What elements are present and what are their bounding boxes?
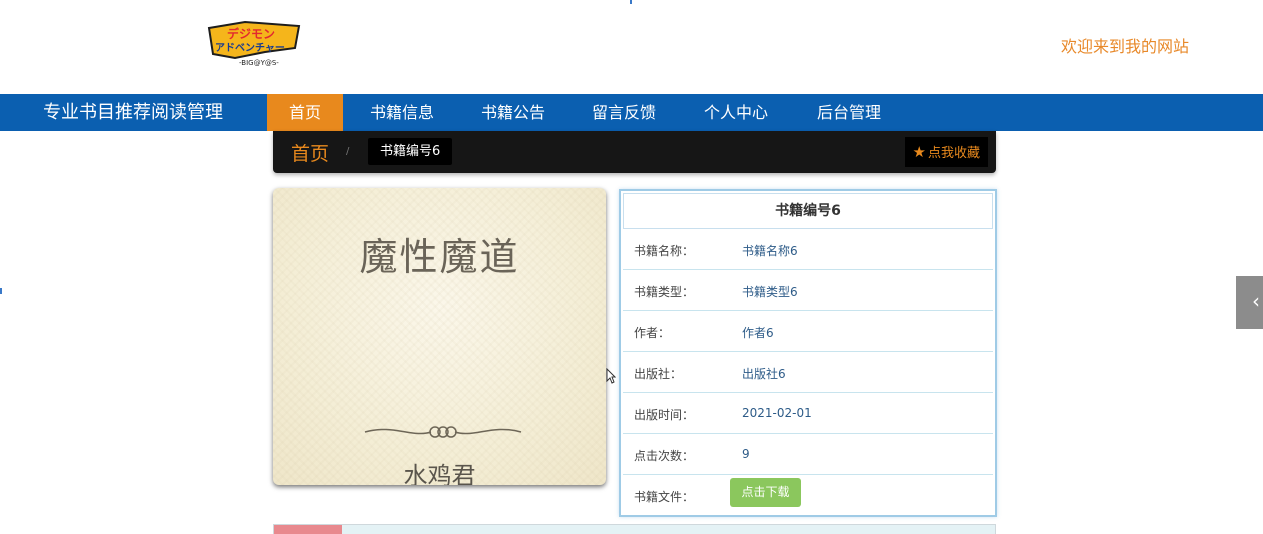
svg-text:-BIG@Y@S-: -BIG@Y@S- <box>239 59 279 67</box>
nav-home[interactable]: 首页 <box>267 94 343 131</box>
row-value: 9 <box>742 447 750 461</box>
side-toggle-button[interactable]: ‹ <box>1236 276 1263 329</box>
row-label: 书籍文件： <box>634 490 695 504</box>
detail-row: 点击次数： 9 <box>623 434 993 475</box>
nav-book-info[interactable]: 书籍信息 <box>356 94 448 131</box>
chevron-left-icon: ‹ <box>1252 289 1260 313</box>
row-label: 书籍名称： <box>634 244 695 258</box>
nav-user-center[interactable]: 个人中心 <box>690 94 782 131</box>
cover-author: 水鸡君 <box>403 462 476 485</box>
star-icon: ★ <box>912 143 926 161</box>
bottom-panel <box>273 524 996 534</box>
favorite-label: 点我收藏 <box>927 146 980 161</box>
bottom-tab[interactable] <box>274 525 342 534</box>
welcome-text: 欢迎来到我的网站 <box>1061 37 1190 56</box>
breadcrumb-separator: / <box>346 146 350 157</box>
detail-row: 作者： 作者6 <box>623 311 993 352</box>
cover-title: 魔性魔道 <box>359 235 520 279</box>
main-navbar: 专业书目推荐阅读管理 首页 书籍信息 书籍公告 留言反馈 个人中心 后台管理 <box>0 94 1263 131</box>
screen-artifact <box>0 288 2 294</box>
site-header: デジモン アドベンチャー -BIG@Y@S- 欢迎来到我的网站 <box>0 0 1263 94</box>
detail-row: 书籍类型： 书籍类型6 <box>623 270 993 311</box>
mouse-cursor-icon <box>606 368 616 384</box>
screen-artifact <box>630 0 632 4</box>
row-label: 作者： <box>634 326 671 340</box>
breadcrumb-current: 书籍编号6 <box>368 138 453 165</box>
row-value: 2021-02-01 <box>742 406 812 420</box>
row-label: 出版社： <box>634 367 683 381</box>
nav-admin[interactable]: 后台管理 <box>803 94 895 131</box>
row-value: 作者6 <box>742 326 774 340</box>
favorite-button[interactable]: ★ 点我收藏 <box>904 137 988 167</box>
detail-row: 出版时间： 2021-02-01 <box>623 393 993 434</box>
row-value: 书籍名称6 <box>742 244 798 258</box>
detail-row: 书籍名称： 书籍名称6 <box>623 229 993 270</box>
svg-text:アドベンチャー: アドベンチャー <box>215 42 285 54</box>
site-title[interactable]: 专业书目推荐阅读管理 <box>43 94 223 131</box>
row-value: 书籍类型6 <box>742 285 798 299</box>
site-logo[interactable]: デジモン アドベンチャー -BIG@Y@S- <box>205 18 303 70</box>
ornament-icon <box>364 426 522 438</box>
nav-feedback[interactable]: 留言反馈 <box>578 94 670 131</box>
breadcrumb: 首页 / 书籍编号6 ★ 点我收藏 <box>273 131 996 173</box>
nav-book-notice[interactable]: 书籍公告 <box>467 94 559 131</box>
detail-row: 出版社： 出版社6 <box>623 352 993 393</box>
detail-heading: 书籍编号6 <box>623 193 993 229</box>
book-detail-table: 书籍编号6 书籍名称： 书籍名称6 书籍类型： 书籍类型6 作者： 作者6 出版… <box>619 189 997 517</box>
book-cover-image: 魔性魔道 水鸡君 <box>273 188 606 485</box>
row-value: 出版社6 <box>742 367 786 381</box>
breadcrumb-home[interactable]: 首页 <box>291 139 329 166</box>
svg-text:デジモン: デジモン <box>227 26 275 41</box>
row-label: 出版时间： <box>634 408 695 422</box>
detail-row: 书籍文件： 点击下载 <box>623 475 993 516</box>
row-label: 书籍类型： <box>634 285 695 299</box>
row-label: 点击次数： <box>634 449 695 463</box>
download-button[interactable]: 点击下载 <box>730 478 801 507</box>
